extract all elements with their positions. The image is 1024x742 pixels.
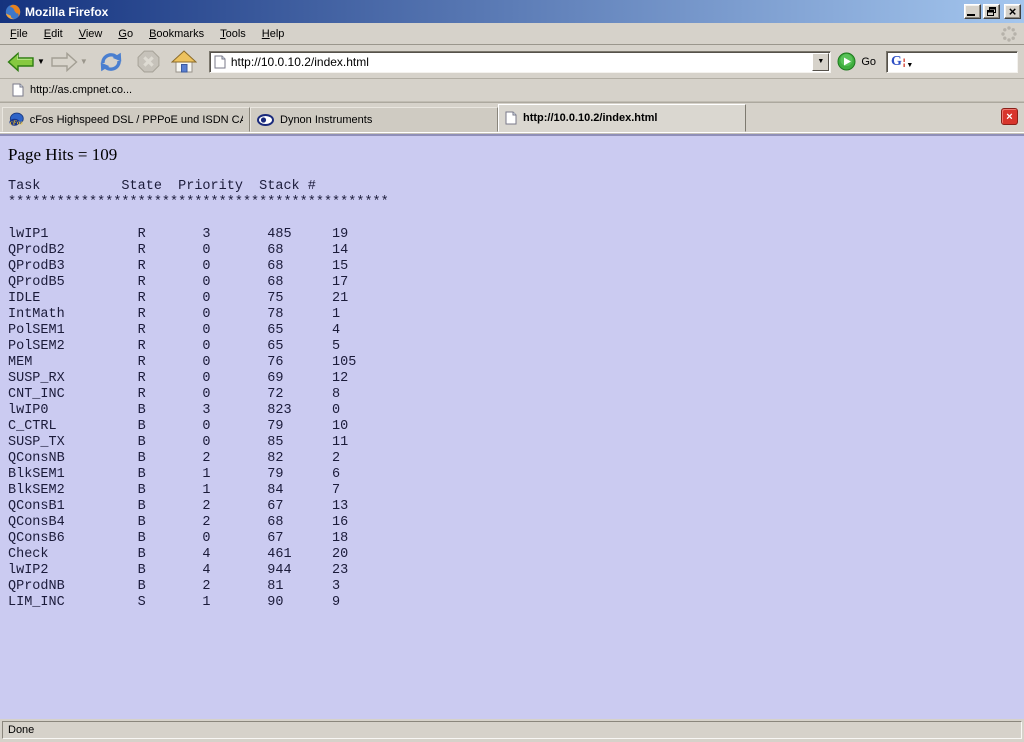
menu-tools[interactable]: Tools [212, 25, 254, 43]
tab-label: Dynon Instruments [280, 114, 372, 126]
task-table: Task State Priority Stack # ************… [8, 179, 1016, 611]
page-icon [505, 111, 517, 125]
menu-bar: File Edit View Go Bookmarks Tools Help [0, 23, 1024, 45]
menu-bookmarks[interactable]: Bookmarks [141, 25, 212, 43]
chevron-down-icon: ▼ [817, 58, 824, 65]
search-bar[interactable]: G ¦ ▼ [886, 51, 1018, 73]
home-icon [171, 50, 197, 74]
svg-text:cFos: cFos [10, 120, 23, 127]
stop-icon [136, 49, 161, 74]
page-hits-text: Page Hits = 109 [8, 145, 1016, 165]
home-button[interactable] [171, 50, 197, 74]
minimize-button[interactable] [964, 4, 981, 19]
status-text: Done [8, 724, 34, 736]
tab-bar: cFos cFos Highspeed DSL / PPPoE und ISDN… [0, 102, 1024, 133]
firefox-logo-icon [5, 4, 21, 20]
stop-button[interactable] [136, 49, 161, 74]
back-dropdown-icon[interactable]: ▼ [37, 57, 45, 66]
search-engine-dropdown-icon[interactable]: ▼ [906, 62, 913, 69]
bookmarks-toolbar: http://as.cmpnet.co... [0, 79, 1024, 102]
window-title: Mozilla Firefox [25, 5, 962, 19]
forward-dropdown-icon[interactable]: ▼ [80, 57, 88, 66]
throbber-icon [1000, 25, 1018, 43]
title-bar[interactable]: Mozilla Firefox × [0, 0, 1024, 23]
google-engine-mark: ¦ [903, 57, 906, 67]
search-input[interactable] [913, 55, 1024, 69]
bookmark-item[interactable]: http://as.cmpnet.co... [8, 81, 136, 99]
go-button[interactable]: Go [837, 52, 876, 71]
forward-button[interactable]: ▼ [49, 49, 88, 75]
restore-icon [987, 7, 996, 16]
bookmark-label: http://as.cmpnet.co... [30, 84, 132, 96]
page-icon [12, 83, 24, 97]
url-dropdown-button[interactable]: ▼ [812, 53, 829, 71]
menu-go[interactable]: Go [110, 25, 141, 43]
tab-active-index[interactable]: http://10.0.10.2/index.html [498, 104, 746, 132]
reload-button[interactable] [98, 49, 124, 75]
cfos-icon: cFos [9, 112, 24, 127]
page-icon [214, 55, 226, 69]
url-input[interactable] [229, 55, 812, 69]
status-bar: Done [0, 719, 1024, 742]
tab-label: cFos Highspeed DSL / PPPoE und ISDN CAP.… [30, 114, 243, 126]
menu-help[interactable]: Help [254, 25, 293, 43]
navigation-toolbar: ▼ ▼ ▼ [0, 45, 1024, 79]
reload-icon [98, 49, 124, 75]
tab-cfos[interactable]: cFos cFos Highspeed DSL / PPPoE und ISDN… [2, 107, 250, 132]
browser-content: Page Hits = 109 Task State Priority Stac… [0, 136, 1024, 719]
tab-close-button[interactable]: × [1001, 108, 1018, 125]
tab-label: http://10.0.10.2/index.html [523, 112, 657, 124]
restore-button[interactable] [983, 4, 1000, 19]
forward-arrow-icon [49, 49, 79, 75]
menu-view[interactable]: View [71, 25, 111, 43]
go-icon [837, 52, 856, 71]
tab-dynon[interactable]: Dynon Instruments [250, 107, 498, 132]
back-arrow-icon [6, 49, 36, 75]
google-engine-icon[interactable]: G [891, 54, 902, 70]
minimize-icon [967, 14, 975, 16]
back-button[interactable]: ▼ [6, 49, 45, 75]
go-label: Go [861, 56, 876, 68]
close-icon: × [1009, 7, 1017, 17]
menu-edit[interactable]: Edit [36, 25, 71, 43]
close-button[interactable]: × [1004, 4, 1021, 19]
close-icon: × [1006, 111, 1012, 123]
menu-file[interactable]: File [2, 25, 36, 43]
status-panel: Done [2, 721, 1022, 739]
dynon-icon [257, 114, 274, 126]
url-bar[interactable]: ▼ [209, 51, 831, 73]
